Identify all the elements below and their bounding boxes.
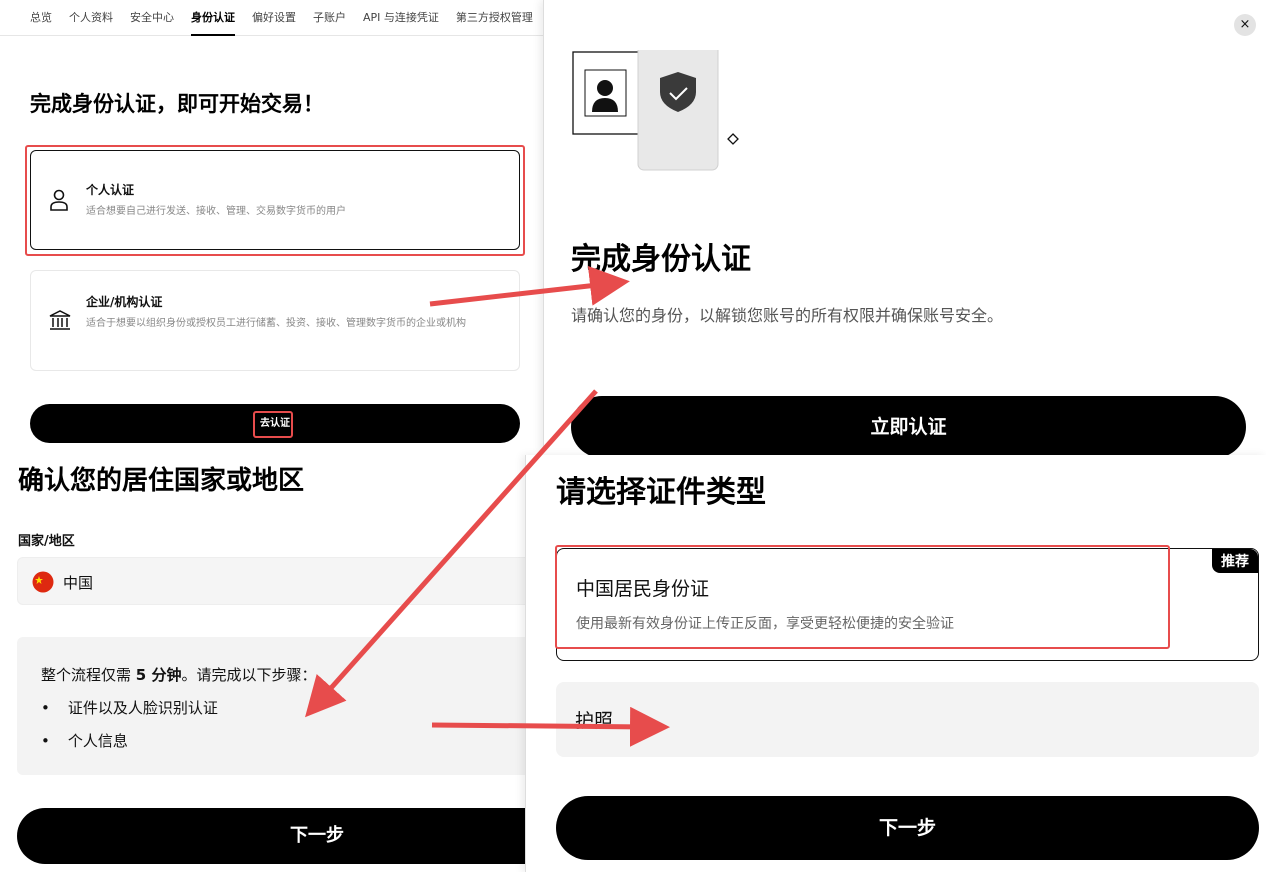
bank-icon bbox=[49, 309, 71, 336]
nav-overview[interactable]: 总览 bbox=[30, 0, 52, 36]
country-value: 中国 bbox=[63, 574, 94, 592]
button-label: 下一步 bbox=[878, 817, 936, 839]
nav-security[interactable]: 安全中心 bbox=[130, 0, 174, 36]
document-type-page: 请选择证件类型 推荐 中国居民身份证 使用最新有效身份证上传正反面，享受更轻松便… bbox=[525, 455, 1266, 872]
step-item: • 证件以及人脸识别认证 bbox=[41, 699, 218, 717]
modal-subtitle: 请确认您的身份，以解锁您账号的所有权限并确保账号安全。 bbox=[571, 306, 1004, 325]
page-title: 请选择证件类型 bbox=[556, 475, 766, 510]
process-info-box: 整个流程仅需 5 分钟。请完成以下步骤： • 证件以及人脸识别认证 • 个人信息 bbox=[17, 637, 537, 775]
account-nav: 总览 个人资料 安全中心 身份认证 偏好设置 子账户 API 与连接凭证 第三方… bbox=[0, 0, 545, 36]
button-label: 下一步 bbox=[290, 825, 344, 846]
option-desc: 适合于想要以组织身份或授权员工进行储蓄、投资、接收、管理数字货币的企业或机构 bbox=[86, 318, 466, 329]
recommended-badge: 推荐 bbox=[1212, 549, 1258, 573]
nav-subaccounts[interactable]: 子账户 bbox=[313, 0, 346, 36]
nav-third-party[interactable]: 第三方授权管理 bbox=[456, 0, 533, 36]
illustration bbox=[572, 15, 752, 179]
nav-preferences[interactable]: 偏好设置 bbox=[252, 0, 296, 36]
button-label: 立即认证 bbox=[870, 416, 947, 438]
country-select[interactable]: 中国 bbox=[17, 557, 537, 605]
page-title: 确认您的居住国家或地区 bbox=[18, 466, 305, 496]
page-title: 完成身份认证，即可开始交易！ bbox=[30, 92, 324, 116]
option-title: 护照 bbox=[575, 710, 614, 732]
annotation-highlight bbox=[25, 145, 525, 256]
annotation-highlight bbox=[555, 545, 1170, 649]
nav-identity[interactable]: 身份认证 bbox=[191, 0, 235, 36]
verify-now-button[interactable]: 立即认证 bbox=[571, 396, 1246, 458]
verification-intro-modal: × 完成身份认证 请确认您的身份，以解锁您账号的所有权限并确保账号安全。 立即认… bbox=[543, 0, 1266, 458]
identity-verification-page: 总览 个人资料 安全中心 身份认证 偏好设置 子账户 API 与连接凭证 第三方… bbox=[0, 0, 545, 455]
country-label: 国家/地区 bbox=[18, 534, 75, 549]
close-icon[interactable]: × bbox=[1234, 14, 1256, 36]
annotation-highlight bbox=[253, 411, 293, 438]
modal-title: 完成身份认证 bbox=[571, 242, 751, 277]
step-item: • 个人信息 bbox=[41, 732, 128, 750]
nav-api[interactable]: API 与连接凭证 bbox=[363, 0, 439, 36]
residence-country-page: 确认您的居住国家或地区 国家/地区 中国 整个流程仅需 5 分钟。请完成以下步骤… bbox=[0, 452, 617, 872]
nav-profile[interactable]: 个人资料 bbox=[69, 0, 113, 36]
process-intro: 整个流程仅需 5 分钟。请完成以下步骤： bbox=[41, 666, 317, 684]
option-title: 企业/机构认证 bbox=[86, 295, 163, 309]
china-flag-icon bbox=[32, 571, 54, 597]
option-passport[interactable]: 护照 bbox=[556, 682, 1259, 757]
next-button[interactable]: 下一步 bbox=[556, 796, 1259, 860]
option-enterprise[interactable]: 企业/机构认证 适合于想要以组织身份或授权员工进行储蓄、投资、接收、管理数字货币… bbox=[30, 270, 520, 371]
